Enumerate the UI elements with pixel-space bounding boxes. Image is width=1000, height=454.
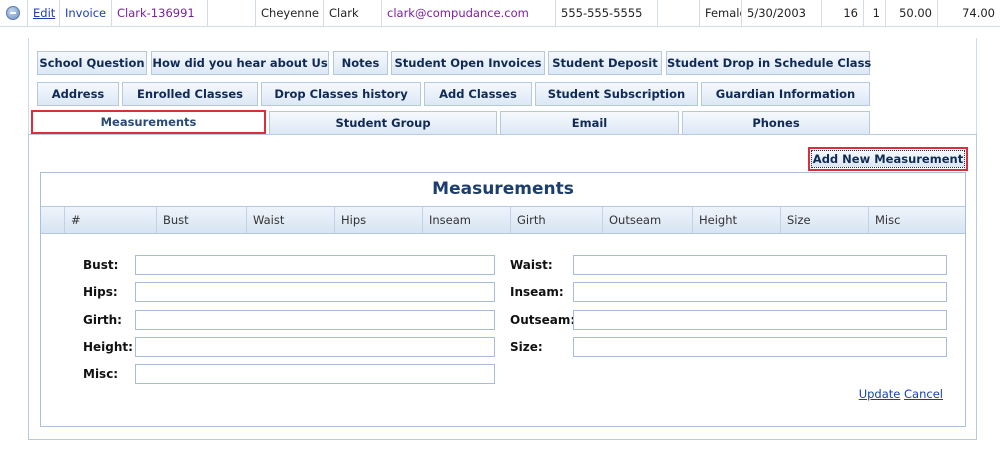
value-cell: 16 [822, 0, 864, 26]
tab-how-did-you-hear[interactable]: How did you hear about Us [151, 51, 329, 75]
hips-label: Hips: [83, 285, 118, 299]
column-header-size[interactable]: Size [781, 207, 869, 233]
grid-title: Measurements [432, 179, 574, 199]
measurement-edit-form: Bust: Waist: Hips: Inseam: Girth: Outsea… [41, 233, 965, 426]
empty-cell [658, 0, 700, 26]
student-row: Edit Invoice Clark-136991 Cheyenne Clark… [0, 0, 1000, 27]
bust-label: Bust: [83, 258, 119, 272]
tab-add-classes[interactable]: Add Classes [424, 82, 532, 106]
gender: Female [700, 0, 742, 26]
form-actions: Update Cancel [859, 387, 943, 401]
tab-email[interactable]: Email [500, 111, 679, 135]
empty-cell [208, 0, 256, 26]
tab-student-deposit[interactable]: Student Deposit [548, 51, 662, 75]
column-header-spacer [41, 207, 65, 233]
phone: 555-555-5555 [556, 0, 658, 26]
grid-header: # Bust Waist Hips Inseam Girth Outseam H… [41, 206, 965, 234]
tab-address[interactable]: Address [37, 82, 119, 106]
expand-cell[interactable] [0, 0, 28, 26]
height-input[interactable] [135, 337, 495, 357]
tab-student-drop-in-schedule[interactable]: Student Drop in Schedule Class [666, 51, 871, 75]
cancel-link[interactable]: Cancel [904, 387, 943, 401]
waist-input[interactable] [573, 255, 947, 275]
first-name: Cheyenne [256, 0, 324, 26]
size-label: Size: [510, 340, 543, 354]
column-header-bust[interactable]: Bust [157, 207, 247, 233]
column-header-inseam[interactable]: Inseam [423, 207, 511, 233]
hips-input[interactable] [135, 282, 495, 302]
outseam-label: Outseam: [510, 313, 576, 327]
column-header-height[interactable]: Height [693, 207, 781, 233]
column-header-girth[interactable]: Girth [511, 207, 603, 233]
student-id[interactable]: Clark-136991 [112, 0, 208, 26]
add-new-measurement-button[interactable]: Add New Measurement [808, 147, 968, 171]
tab-enrolled-classes[interactable]: Enrolled Classes [122, 82, 258, 106]
column-header-outseam[interactable]: Outseam [603, 207, 693, 233]
birth-date: 5/30/2003 [742, 0, 822, 26]
tab-school-question[interactable]: School Question [37, 51, 147, 75]
value-cell: 1 [864, 0, 886, 26]
column-header-misc[interactable]: Misc [869, 207, 965, 233]
tab-phones[interactable]: Phones [682, 111, 870, 135]
column-header-number[interactable]: # [65, 207, 157, 233]
value-cell: 50.00 [886, 0, 938, 26]
misc-input[interactable] [135, 364, 495, 384]
tab-student-group[interactable]: Student Group [269, 111, 497, 135]
tab-notes[interactable]: Notes [333, 51, 388, 75]
bust-input[interactable] [135, 255, 495, 275]
outseam-input[interactable] [573, 310, 947, 330]
add-new-measurement-label[interactable]: Add New Measurement [811, 150, 965, 168]
column-header-hips[interactable]: Hips [335, 207, 423, 233]
update-link[interactable]: Update [859, 387, 901, 401]
girth-input[interactable] [135, 310, 495, 330]
tab-guardian-information[interactable]: Guardian Information [701, 82, 870, 106]
tab-measurements[interactable]: Measurements [31, 110, 266, 134]
invoice-link[interactable]: Invoice [60, 0, 112, 26]
inseam-input[interactable] [573, 282, 947, 302]
measurements-grid: Measurements # Bust Waist Hips Inseam Gi… [40, 172, 966, 427]
last-name: Clark [324, 0, 382, 26]
column-header-waist[interactable]: Waist [247, 207, 335, 233]
misc-label: Misc: [83, 367, 119, 381]
waist-label: Waist: [510, 258, 553, 272]
email-link[interactable]: clark@compudance.com [382, 0, 556, 26]
tab-student-subscription[interactable]: Student Subscription [535, 82, 698, 106]
collapse-icon[interactable] [6, 6, 20, 20]
inseam-label: Inseam: [510, 285, 564, 299]
tab-drop-classes-history[interactable]: Drop Classes history [261, 82, 421, 106]
height-label: Height: [83, 340, 133, 354]
girth-label: Girth: [83, 313, 122, 327]
value-cell: 74.00 [962, 6, 995, 20]
size-input[interactable] [573, 337, 947, 357]
edit-link[interactable]: Edit [28, 0, 60, 26]
tab-student-open-invoices[interactable]: Student Open Invoices [391, 51, 545, 75]
